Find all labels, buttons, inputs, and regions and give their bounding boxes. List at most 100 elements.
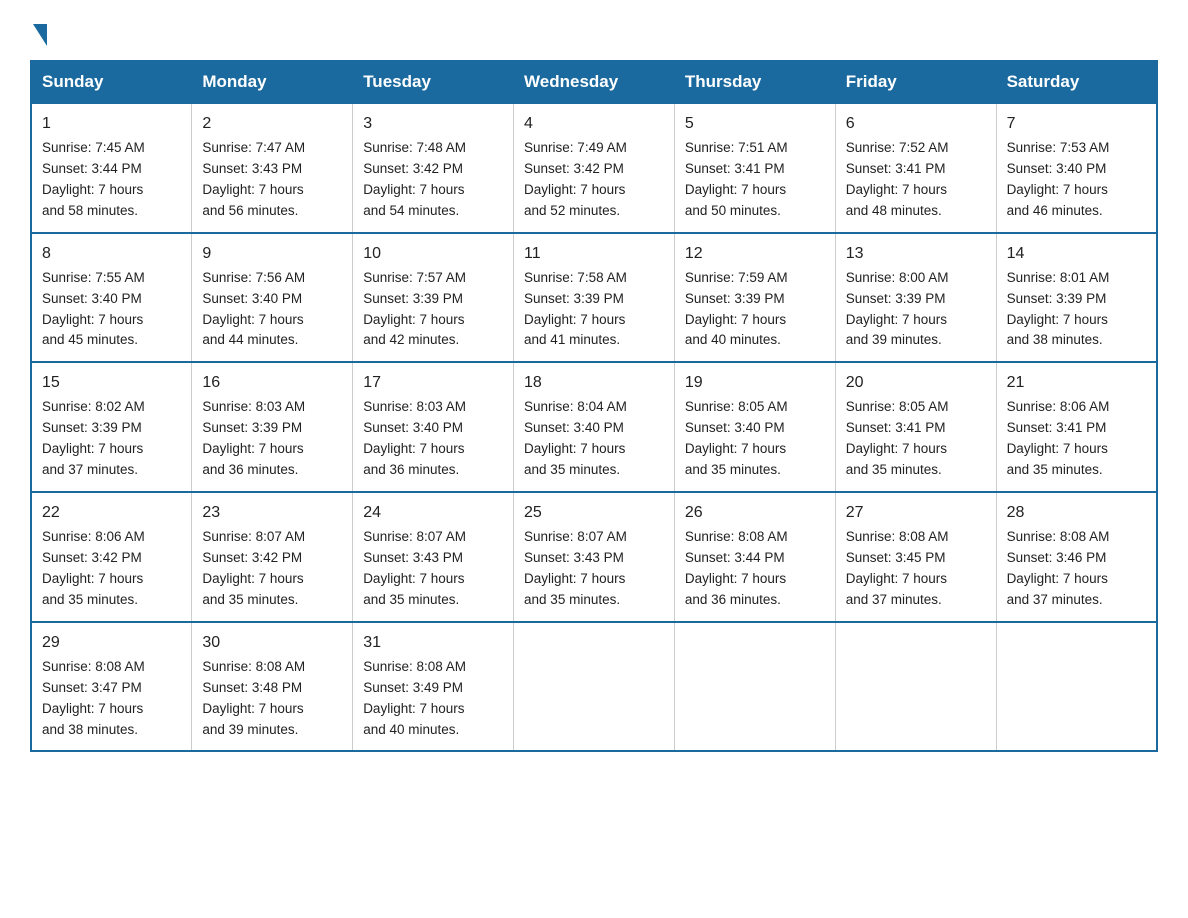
day-number: 7 xyxy=(1007,112,1146,136)
calendar-cell: 8 Sunrise: 7:55 AMSunset: 3:40 PMDayligh… xyxy=(31,233,192,363)
calendar-cell: 29 Sunrise: 8:08 AMSunset: 3:47 PMDaylig… xyxy=(31,622,192,752)
day-number: 29 xyxy=(42,631,181,655)
day-info: Sunrise: 8:07 AMSunset: 3:43 PMDaylight:… xyxy=(524,529,627,607)
day-number: 3 xyxy=(363,112,503,136)
calendar-week-1: 1 Sunrise: 7:45 AMSunset: 3:44 PMDayligh… xyxy=(31,103,1157,233)
calendar-cell: 1 Sunrise: 7:45 AMSunset: 3:44 PMDayligh… xyxy=(31,103,192,233)
header-friday: Friday xyxy=(835,61,996,103)
calendar-cell: 19 Sunrise: 8:05 AMSunset: 3:40 PMDaylig… xyxy=(674,362,835,492)
day-number: 4 xyxy=(524,112,664,136)
day-info: Sunrise: 7:47 AMSunset: 3:43 PMDaylight:… xyxy=(202,140,305,218)
day-number: 31 xyxy=(363,631,503,655)
day-info: Sunrise: 8:06 AMSunset: 3:42 PMDaylight:… xyxy=(42,529,145,607)
day-info: Sunrise: 7:57 AMSunset: 3:39 PMDaylight:… xyxy=(363,270,466,348)
day-number: 24 xyxy=(363,501,503,525)
day-number: 30 xyxy=(202,631,342,655)
calendar-cell: 3 Sunrise: 7:48 AMSunset: 3:42 PMDayligh… xyxy=(353,103,514,233)
day-number: 14 xyxy=(1007,242,1146,266)
calendar-cell: 7 Sunrise: 7:53 AMSunset: 3:40 PMDayligh… xyxy=(996,103,1157,233)
day-info: Sunrise: 8:06 AMSunset: 3:41 PMDaylight:… xyxy=(1007,399,1110,477)
calendar-cell: 25 Sunrise: 8:07 AMSunset: 3:43 PMDaylig… xyxy=(514,492,675,622)
day-info: Sunrise: 7:45 AMSunset: 3:44 PMDaylight:… xyxy=(42,140,145,218)
header-monday: Monday xyxy=(192,61,353,103)
day-info: Sunrise: 7:49 AMSunset: 3:42 PMDaylight:… xyxy=(524,140,627,218)
logo xyxy=(30,20,47,42)
day-info: Sunrise: 7:55 AMSunset: 3:40 PMDaylight:… xyxy=(42,270,145,348)
day-number: 19 xyxy=(685,371,825,395)
calendar-cell: 30 Sunrise: 8:08 AMSunset: 3:48 PMDaylig… xyxy=(192,622,353,752)
calendar-cell: 26 Sunrise: 8:08 AMSunset: 3:44 PMDaylig… xyxy=(674,492,835,622)
day-info: Sunrise: 8:02 AMSunset: 3:39 PMDaylight:… xyxy=(42,399,145,477)
calendar-cell: 15 Sunrise: 8:02 AMSunset: 3:39 PMDaylig… xyxy=(31,362,192,492)
calendar-cell: 12 Sunrise: 7:59 AMSunset: 3:39 PMDaylig… xyxy=(674,233,835,363)
day-number: 6 xyxy=(846,112,986,136)
calendar-cell: 5 Sunrise: 7:51 AMSunset: 3:41 PMDayligh… xyxy=(674,103,835,233)
day-info: Sunrise: 8:08 AMSunset: 3:44 PMDaylight:… xyxy=(685,529,788,607)
day-info: Sunrise: 8:08 AMSunset: 3:48 PMDaylight:… xyxy=(202,659,305,737)
day-info: Sunrise: 8:08 AMSunset: 3:45 PMDaylight:… xyxy=(846,529,949,607)
calendar-cell xyxy=(835,622,996,752)
header-saturday: Saturday xyxy=(996,61,1157,103)
calendar-cell xyxy=(996,622,1157,752)
day-info: Sunrise: 8:03 AMSunset: 3:40 PMDaylight:… xyxy=(363,399,466,477)
header-tuesday: Tuesday xyxy=(353,61,514,103)
day-number: 15 xyxy=(42,371,181,395)
calendar-week-2: 8 Sunrise: 7:55 AMSunset: 3:40 PMDayligh… xyxy=(31,233,1157,363)
calendar-cell: 23 Sunrise: 8:07 AMSunset: 3:42 PMDaylig… xyxy=(192,492,353,622)
calendar-cell: 10 Sunrise: 7:57 AMSunset: 3:39 PMDaylig… xyxy=(353,233,514,363)
header-wednesday: Wednesday xyxy=(514,61,675,103)
header-sunday: Sunday xyxy=(31,61,192,103)
day-info: Sunrise: 7:53 AMSunset: 3:40 PMDaylight:… xyxy=(1007,140,1110,218)
day-number: 11 xyxy=(524,242,664,266)
day-number: 2 xyxy=(202,112,342,136)
day-info: Sunrise: 8:08 AMSunset: 3:49 PMDaylight:… xyxy=(363,659,466,737)
day-info: Sunrise: 7:52 AMSunset: 3:41 PMDaylight:… xyxy=(846,140,949,218)
day-number: 18 xyxy=(524,371,664,395)
day-number: 10 xyxy=(363,242,503,266)
calendar-cell: 20 Sunrise: 8:05 AMSunset: 3:41 PMDaylig… xyxy=(835,362,996,492)
day-info: Sunrise: 8:00 AMSunset: 3:39 PMDaylight:… xyxy=(846,270,949,348)
calendar-cell: 4 Sunrise: 7:49 AMSunset: 3:42 PMDayligh… xyxy=(514,103,675,233)
calendar-cell: 21 Sunrise: 8:06 AMSunset: 3:41 PMDaylig… xyxy=(996,362,1157,492)
day-number: 9 xyxy=(202,242,342,266)
calendar-week-5: 29 Sunrise: 8:08 AMSunset: 3:47 PMDaylig… xyxy=(31,622,1157,752)
calendar-week-3: 15 Sunrise: 8:02 AMSunset: 3:39 PMDaylig… xyxy=(31,362,1157,492)
day-info: Sunrise: 8:07 AMSunset: 3:43 PMDaylight:… xyxy=(363,529,466,607)
calendar-cell: 22 Sunrise: 8:06 AMSunset: 3:42 PMDaylig… xyxy=(31,492,192,622)
logo-arrow-icon xyxy=(33,24,47,46)
calendar-cell: 16 Sunrise: 8:03 AMSunset: 3:39 PMDaylig… xyxy=(192,362,353,492)
calendar-cell: 13 Sunrise: 8:00 AMSunset: 3:39 PMDaylig… xyxy=(835,233,996,363)
calendar-cell: 24 Sunrise: 8:07 AMSunset: 3:43 PMDaylig… xyxy=(353,492,514,622)
day-info: Sunrise: 8:08 AMSunset: 3:46 PMDaylight:… xyxy=(1007,529,1110,607)
day-info: Sunrise: 7:56 AMSunset: 3:40 PMDaylight:… xyxy=(202,270,305,348)
day-info: Sunrise: 8:08 AMSunset: 3:47 PMDaylight:… xyxy=(42,659,145,737)
calendar-cell: 9 Sunrise: 7:56 AMSunset: 3:40 PMDayligh… xyxy=(192,233,353,363)
day-number: 13 xyxy=(846,242,986,266)
day-number: 1 xyxy=(42,112,181,136)
calendar-table: SundayMondayTuesdayWednesdayThursdayFrid… xyxy=(30,60,1158,752)
day-info: Sunrise: 7:59 AMSunset: 3:39 PMDaylight:… xyxy=(685,270,788,348)
day-number: 23 xyxy=(202,501,342,525)
calendar-cell: 31 Sunrise: 8:08 AMSunset: 3:49 PMDaylig… xyxy=(353,622,514,752)
header-thursday: Thursday xyxy=(674,61,835,103)
page-header xyxy=(30,20,1158,42)
day-number: 12 xyxy=(685,242,825,266)
day-number: 20 xyxy=(846,371,986,395)
day-number: 26 xyxy=(685,501,825,525)
day-info: Sunrise: 8:05 AMSunset: 3:41 PMDaylight:… xyxy=(846,399,949,477)
calendar-header-row: SundayMondayTuesdayWednesdayThursdayFrid… xyxy=(31,61,1157,103)
calendar-cell: 18 Sunrise: 8:04 AMSunset: 3:40 PMDaylig… xyxy=(514,362,675,492)
day-info: Sunrise: 8:04 AMSunset: 3:40 PMDaylight:… xyxy=(524,399,627,477)
day-info: Sunrise: 7:51 AMSunset: 3:41 PMDaylight:… xyxy=(685,140,788,218)
day-number: 16 xyxy=(202,371,342,395)
calendar-cell: 11 Sunrise: 7:58 AMSunset: 3:39 PMDaylig… xyxy=(514,233,675,363)
calendar-week-4: 22 Sunrise: 8:06 AMSunset: 3:42 PMDaylig… xyxy=(31,492,1157,622)
day-info: Sunrise: 7:58 AMSunset: 3:39 PMDaylight:… xyxy=(524,270,627,348)
day-number: 17 xyxy=(363,371,503,395)
day-info: Sunrise: 8:01 AMSunset: 3:39 PMDaylight:… xyxy=(1007,270,1110,348)
day-number: 8 xyxy=(42,242,181,266)
day-info: Sunrise: 8:05 AMSunset: 3:40 PMDaylight:… xyxy=(685,399,788,477)
calendar-cell xyxy=(514,622,675,752)
day-number: 27 xyxy=(846,501,986,525)
day-number: 25 xyxy=(524,501,664,525)
